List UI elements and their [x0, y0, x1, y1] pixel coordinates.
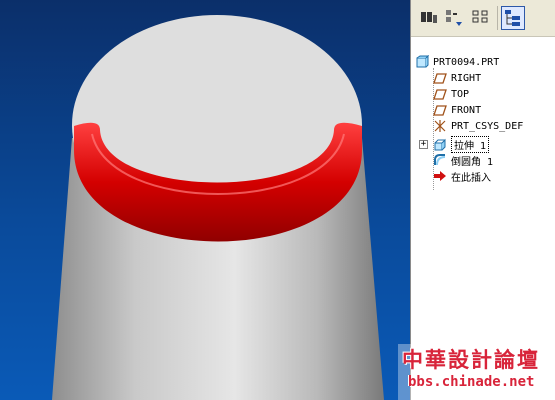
columns-button[interactable]	[469, 6, 493, 30]
tree-root-label: PRT0094.PRT	[433, 56, 500, 68]
tree-item-insert-here[interactable]: 在此插入	[433, 168, 491, 184]
tree-item-right[interactable]: RIGHT	[433, 70, 481, 86]
tree-item-top[interactable]: TOP	[433, 86, 469, 102]
watermark: 中華設計論壇 bbs.chinade.net	[398, 344, 555, 400]
watermark-title: 中華設計論壇	[402, 347, 540, 372]
model-tree-toolbar	[411, 0, 555, 37]
graphics-viewport[interactable]	[0, 0, 410, 400]
expand-toggle[interactable]: +	[419, 140, 428, 149]
model-tree-panel: PRT0094.PRT RIGHT TOP FRONT PRT_CSYS_DEF	[410, 0, 555, 400]
settings-icon	[446, 10, 462, 26]
tree-item-label: 拉伸 1	[451, 135, 490, 153]
columns-icon	[472, 10, 488, 23]
datum-plane-icon	[433, 105, 447, 116]
model-3d-view	[52, 15, 384, 400]
toolbar-separator	[497, 6, 498, 30]
model-tree-icon	[505, 10, 520, 26]
show-icon	[421, 12, 437, 23]
part-icon	[416, 55, 429, 68]
tree-root[interactable]: PRT0094.PRT	[415, 54, 499, 70]
tree-item-label: FRONT	[451, 104, 482, 116]
tree-item-label: PRT_CSYS_DEF	[451, 120, 524, 132]
tree-item-extrude[interactable]: 拉伸 1	[433, 135, 490, 153]
insert-arrow-icon	[434, 171, 446, 181]
extrude-icon	[434, 138, 446, 151]
tree-item-front[interactable]: FRONT	[433, 102, 481, 118]
round-icon	[434, 154, 446, 166]
csys-icon	[434, 120, 446, 132]
model-tree-toggle[interactable]	[501, 6, 525, 30]
tree-item-round[interactable]: 倒圆角 1	[433, 152, 493, 168]
tree-item-label: 在此插入	[451, 172, 491, 184]
tree-item-csys[interactable]: PRT_CSYS_DEF	[433, 118, 523, 134]
datum-plane-icon	[433, 89, 447, 100]
tree-item-label: TOP	[451, 88, 470, 100]
settings-button[interactable]	[443, 6, 467, 30]
tree-item-label: RIGHT	[451, 72, 482, 84]
tree-item-label: 倒圆角 1	[451, 156, 494, 168]
show-button[interactable]	[417, 6, 441, 30]
watermark-url: bbs.chinade.net	[408, 374, 535, 390]
datum-plane-icon	[433, 73, 447, 84]
